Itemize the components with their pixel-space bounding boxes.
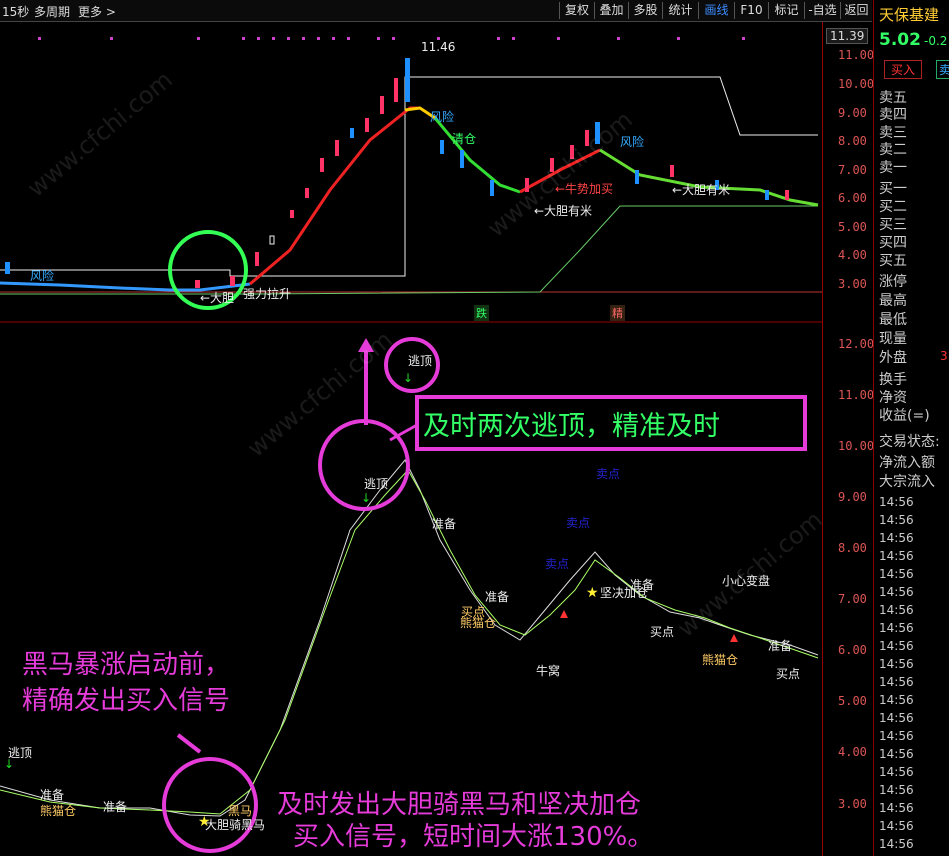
die-tag: 跌	[474, 305, 489, 321]
order-book-row: 买一	[879, 181, 907, 197]
left-text-arrow	[176, 733, 202, 754]
green-down-marker-2: ↓	[361, 491, 371, 505]
stat-row: 涨停	[879, 274, 907, 290]
time-row: 14:56	[879, 549, 914, 563]
time-row: 14:56	[879, 693, 914, 707]
ma-line-red	[249, 106, 420, 286]
time-row: 14:56	[879, 639, 914, 653]
bottom-annotation-2: 买入信号，短时间大涨130%。	[293, 822, 654, 852]
stock-change: -0.2	[924, 34, 948, 48]
star-marker: ★	[586, 585, 599, 601]
time-row: 14:56	[879, 729, 914, 743]
zhunbei-label: 准备	[485, 590, 510, 604]
dadanqi-label: 大胆骑黑马	[205, 818, 266, 832]
high-price-label: 11.46	[421, 40, 456, 54]
red-up-marker	[560, 610, 568, 618]
order-book-row: 买三	[879, 217, 907, 233]
candles	[5, 58, 789, 288]
time-row: 14:56	[879, 585, 914, 599]
info-row: 净资	[879, 390, 907, 406]
left-annotation-1: 黑马暴涨启动前，	[22, 650, 231, 680]
stat-row: 最低	[879, 312, 907, 328]
order-book-row: 买二	[879, 199, 907, 215]
time-row: 14:56	[879, 657, 914, 671]
indicator-line-green	[0, 469, 819, 815]
zhunbei-label: 准备	[40, 788, 65, 802]
order-book-row: 卖二	[879, 142, 907, 158]
stat-row: 最高	[879, 293, 907, 309]
zhunbei-label: 准备	[768, 639, 793, 653]
time-row: 14:56	[879, 837, 914, 851]
taoding-label: 逃顶	[364, 477, 389, 491]
stat-row: 现量	[879, 331, 907, 347]
jianjue-label: 坚决加仓	[600, 586, 649, 600]
time-row: 14:56	[879, 531, 914, 545]
zhunbei-label: 准备	[432, 517, 457, 531]
stat-value: 3	[940, 349, 948, 363]
xiongmao-label: 熊猫仓	[702, 653, 739, 667]
time-row: 14:56	[879, 747, 914, 761]
stat-row: 外盘	[879, 350, 907, 366]
order-book-row: 卖一	[879, 160, 907, 176]
ma-line-green	[433, 117, 521, 194]
callout-text: 及时两次逃顶，精准及时	[423, 411, 720, 442]
support-line	[0, 205, 818, 295]
red-up-marker-2	[730, 634, 738, 642]
info-row: 收益(=)	[879, 408, 930, 424]
risk-label: 风险	[30, 269, 55, 283]
dadan-label: ←大胆	[200, 291, 235, 305]
top-dot-markers	[38, 37, 745, 40]
trade-row: 大宗流入	[879, 474, 935, 490]
time-row: 14:56	[879, 603, 914, 617]
stock-price: 5.02	[879, 30, 921, 50]
xiongmao-label: 熊猫仓	[40, 804, 77, 818]
green-down-marker: ↓	[403, 371, 413, 385]
maidian-label: 卖点	[566, 516, 591, 530]
maidian-buy-label: 买点	[776, 667, 801, 681]
trade-row: 交易状态:	[879, 434, 940, 450]
maidian-label: 卖点	[545, 557, 570, 571]
right-panel: 天保基建 5.02 -0.2 买入 卖 卖五 卖四 卖三 卖二 卖一 买一 买二…	[873, 0, 949, 856]
time-row: 14:56	[879, 567, 914, 581]
time-row: 14:56	[879, 513, 914, 527]
zhunbei-label: 准备	[103, 800, 128, 814]
time-row: 14:56	[879, 621, 914, 635]
xiongmao-label: 熊猫仓	[460, 616, 497, 630]
jing-tag: 精	[610, 305, 625, 321]
risk-label: 风险	[430, 110, 455, 124]
time-row: 14:56	[879, 495, 914, 509]
info-row: 换手	[879, 372, 907, 388]
time-row: 14:56	[879, 765, 914, 779]
time-row: 14:56	[879, 711, 914, 725]
time-row: 14:56	[879, 819, 914, 833]
taoding-label: 逃顶	[408, 354, 433, 368]
sell-button[interactable]: 卖	[936, 60, 949, 79]
qingcang-label: 清仓	[452, 132, 477, 146]
order-book-row: 买五	[879, 253, 907, 269]
lasheng-label: 强力拉升	[243, 287, 292, 301]
maidian-buy-label: 买点	[650, 625, 675, 639]
trade-row: 净流入额	[879, 455, 935, 471]
taoding-label: 逃顶	[8, 746, 33, 760]
maidian-label: 卖点	[596, 467, 621, 481]
order-book-row: 买四	[879, 235, 907, 251]
time-row: 14:56	[879, 675, 914, 689]
stock-name: 天保基建	[879, 6, 940, 24]
time-row: 14:56	[879, 783, 914, 797]
niuhu-label: 牛窝	[536, 664, 561, 678]
time-row: 14:56	[879, 801, 914, 815]
left-annotation-2: 精确发出买入信号	[22, 686, 231, 716]
dadan-label: ←大胆有米	[672, 183, 731, 197]
order-book-row: 卖四	[879, 107, 907, 123]
buy-button[interactable]: 买入	[884, 60, 923, 79]
